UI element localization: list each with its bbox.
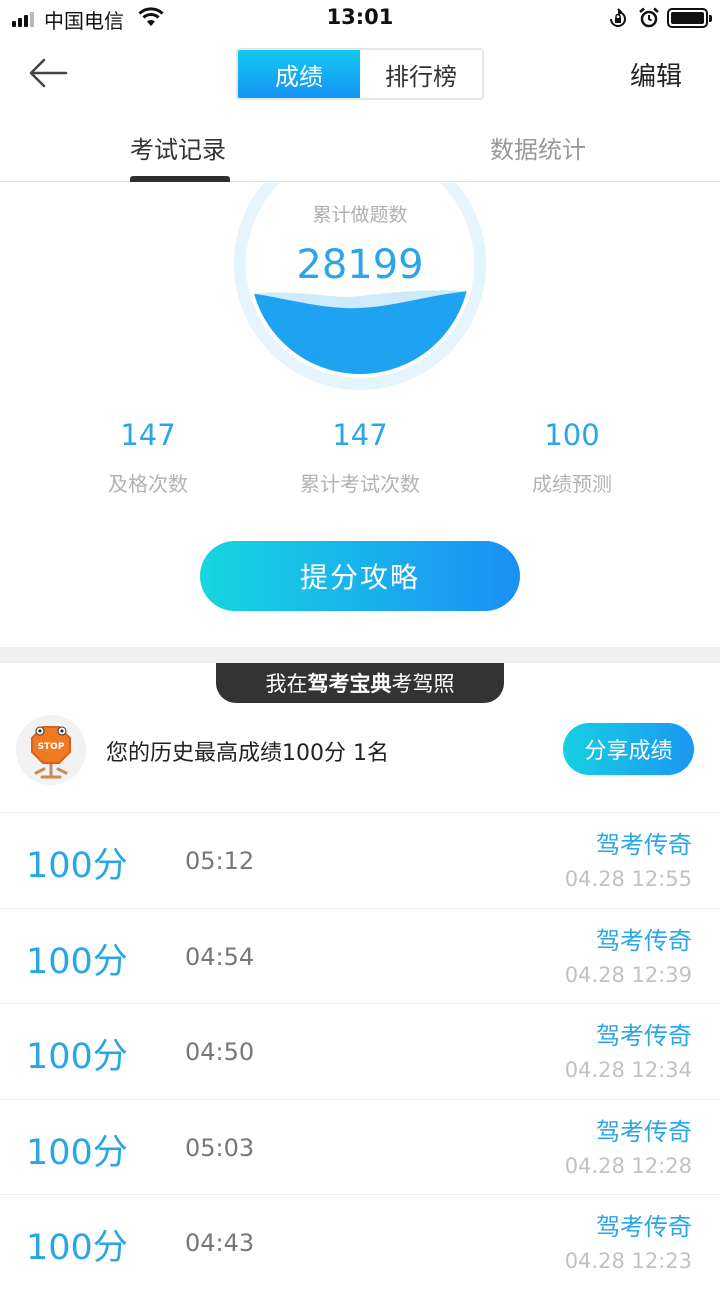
status-bar: 中国电信 13:01 bbox=[0, 0, 720, 36]
record-duration: 04:43 bbox=[185, 1229, 255, 1257]
edit-button[interactable]: 编辑 bbox=[630, 56, 682, 93]
score-tips-button[interactable]: 提分攻略 bbox=[200, 541, 520, 611]
stat-exam-count: 147 累计考试次数 bbox=[240, 418, 480, 497]
tab-exam-records[interactable]: 考试记录 bbox=[130, 130, 226, 165]
list-item[interactable]: 100分 05:12 驾考传奇 04.28 12:55 bbox=[0, 812, 720, 908]
stat-label: 及格次数 bbox=[108, 472, 188, 496]
record-duration: 04:54 bbox=[185, 942, 255, 971]
record-timestamp: 04.28 12:34 bbox=[564, 1058, 692, 1082]
segmented-control: 成绩 排行榜 bbox=[236, 48, 484, 100]
section-divider bbox=[0, 647, 720, 663]
list-item[interactable]: 100分 04:54 驾考传奇 04.28 12:39 bbox=[0, 907, 720, 1004]
active-tab-indicator bbox=[130, 176, 230, 182]
stat-value: 100 bbox=[544, 418, 600, 452]
tab-data-statistics[interactable]: 数据统计 bbox=[490, 130, 586, 165]
stat-label: 成绩预测 bbox=[532, 472, 612, 496]
brand-banner: 我在 驾考宝典 考驾照 bbox=[216, 663, 504, 703]
segment-ranking[interactable]: 排行榜 bbox=[360, 50, 482, 98]
back-arrow-icon[interactable] bbox=[28, 56, 68, 90]
sub-tab-bar: 考试记录 数据统计 bbox=[0, 118, 720, 182]
exam-record-list: 100分 05:12 驾考传奇 04.28 12:55 100分 04:54 驾… bbox=[0, 812, 720, 1290]
stat-value: 147 bbox=[120, 418, 176, 452]
record-duration: 05:12 bbox=[185, 847, 255, 875]
record-title: 驾考传奇 bbox=[596, 1022, 692, 1050]
record-score: 100分 bbox=[26, 1037, 128, 1077]
svg-text:STOP: STOP bbox=[38, 742, 65, 752]
record-score: 100分 bbox=[26, 1228, 128, 1268]
alarm-icon bbox=[639, 7, 659, 28]
banner-prefix: 我在 bbox=[265, 672, 308, 696]
stat-label: 累计考试次数 bbox=[300, 472, 420, 496]
list-item[interactable]: 100分 04:50 驾考传奇 04.28 12:34 bbox=[0, 1003, 720, 1099]
stat-score-prediction: 100 成绩预测 bbox=[452, 418, 692, 497]
best-score-text: 您的历史最高成绩100分 1名 bbox=[106, 741, 389, 766]
record-score: 100分 bbox=[26, 941, 128, 982]
record-title: 驾考传奇 bbox=[596, 831, 692, 859]
list-item[interactable]: 100分 04:43 驾考传奇 04.28 12:23 bbox=[0, 1194, 720, 1290]
avatar[interactable]: STOP bbox=[16, 715, 86, 785]
gauge-value: 28199 bbox=[296, 242, 424, 288]
record-timestamp: 04.28 12:39 bbox=[564, 962, 692, 987]
record-title: 驾考传奇 bbox=[596, 1213, 692, 1241]
record-score: 100分 bbox=[26, 1132, 128, 1173]
stat-pass-count: 147 及格次数 bbox=[28, 418, 268, 497]
gauge-label: 累计做题数 bbox=[312, 204, 408, 226]
brand-name: 驾考宝典 bbox=[307, 672, 392, 696]
stop-sign-avatar-icon: STOP bbox=[31, 726, 71, 779]
battery-icon bbox=[667, 8, 712, 28]
list-item[interactable]: 100分 05:03 驾考传奇 04.28 12:28 bbox=[0, 1098, 720, 1195]
record-duration: 04:50 bbox=[185, 1038, 255, 1066]
record-score: 100分 bbox=[26, 846, 128, 886]
record-timestamp: 04.28 12:28 bbox=[564, 1153, 692, 1178]
record-title: 驾考传奇 bbox=[596, 1117, 692, 1146]
stat-value: 147 bbox=[332, 418, 388, 452]
record-timestamp: 04.28 12:23 bbox=[564, 1249, 692, 1273]
best-score-row: STOP 您的历史最高成绩100分 1名 分享成绩 bbox=[0, 703, 720, 813]
segment-score[interactable]: 成绩 bbox=[238, 50, 360, 98]
banner-suffix: 考驾照 bbox=[391, 672, 455, 696]
record-timestamp: 04.28 12:55 bbox=[564, 867, 692, 891]
orientation-lock-icon bbox=[610, 8, 626, 27]
record-title: 驾考传奇 bbox=[596, 926, 692, 955]
record-duration: 05:03 bbox=[185, 1133, 255, 1162]
share-score-button[interactable]: 分享成绩 bbox=[563, 723, 694, 775]
